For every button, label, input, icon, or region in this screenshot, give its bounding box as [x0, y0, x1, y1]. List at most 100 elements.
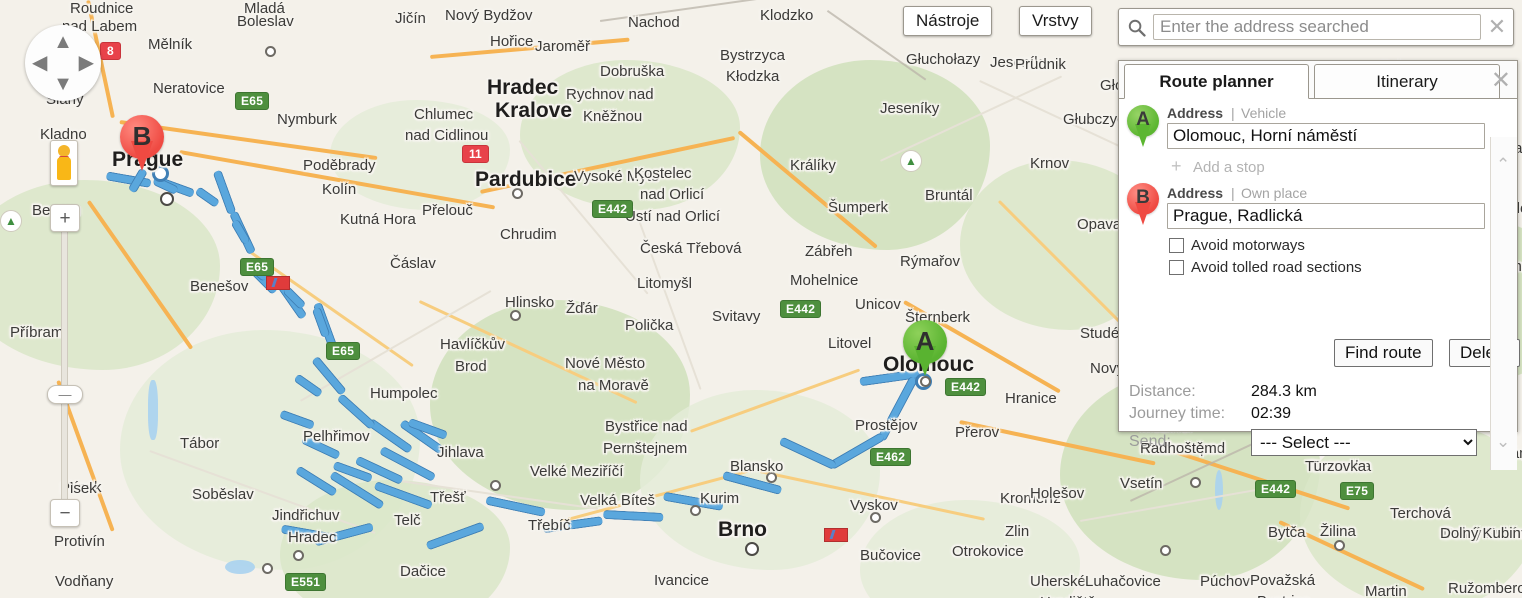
city-dot: [745, 542, 759, 556]
zoom-in-button[interactable]: +: [50, 204, 80, 232]
city-label: Přerov: [955, 424, 1000, 441]
water-body: [225, 560, 255, 574]
map-marker-b[interactable]: B: [120, 115, 164, 173]
panel-body: A Address | Vehicle + Add a stop B Addre…: [1119, 99, 1521, 470]
city-label: Jeseníky: [880, 100, 940, 117]
city-label: Kutná Hora: [340, 211, 416, 228]
zoom-out-button[interactable]: −: [50, 499, 80, 527]
city-label: Głuchołazy: [906, 51, 981, 68]
city-label: Protivín: [54, 533, 105, 550]
city-label: Příbram: [10, 324, 64, 341]
city-label: Žďár: [566, 300, 598, 317]
city-label: Vodňany: [55, 573, 114, 590]
add-stop-label[interactable]: Add a stop: [1193, 159, 1265, 176]
city-label: Ivancice: [654, 572, 710, 589]
city-label: Polička: [625, 317, 674, 334]
city-dot: [510, 310, 521, 321]
search-input[interactable]: [1153, 14, 1481, 40]
eroad-shield: E65: [235, 92, 270, 110]
city-label: Kolín: [322, 181, 357, 198]
destination-address-input[interactable]: [1167, 203, 1485, 229]
avoid-tolls-checkbox[interactable]: [1169, 260, 1184, 275]
city-dot: [293, 550, 304, 561]
city-label: Nymburk: [277, 111, 338, 128]
city-label: Čáslav: [390, 255, 436, 272]
pan-down-icon[interactable]: ▼: [53, 74, 73, 94]
search-bar: ✕: [1118, 8, 1514, 46]
layers-button[interactable]: Vrstvy: [1019, 6, 1092, 36]
city-label: Hořice: [490, 33, 534, 50]
destination-type-label[interactable]: Own place: [1241, 185, 1307, 201]
panel-scrollbar[interactable]: ⌃ ⌄: [1490, 137, 1517, 470]
city-label: Benešov: [190, 278, 249, 295]
tab-itinerary[interactable]: Itinerary: [1314, 64, 1500, 99]
city-label: Roudnice: [70, 0, 134, 17]
avoid-tolls-row[interactable]: Avoid tolled road sections: [1169, 259, 1362, 276]
tools-button[interactable]: Nástroje: [903, 6, 993, 36]
city-label: Brod: [455, 358, 487, 375]
city-label: Jičín: [395, 10, 426, 27]
send-select[interactable]: --- Select ---: [1251, 429, 1477, 456]
search-clear-icon[interactable]: ✕: [1481, 16, 1513, 38]
park-icon[interactable]: ▲: [0, 210, 22, 232]
city-label: Klodzko: [760, 7, 814, 24]
find-route-button[interactable]: Find route: [1334, 339, 1433, 367]
origin-address-input[interactable]: [1167, 123, 1485, 149]
terrain-green: [760, 60, 990, 250]
city-label: Kralove: [495, 99, 573, 122]
city-label: nad Orlicí: [640, 186, 705, 203]
city-label: Pardubice: [475, 168, 577, 191]
avoid-motorways-row[interactable]: Avoid motorways: [1169, 237, 1305, 254]
pan-control[interactable]: ▲ ▼ ◀ ▶: [25, 25, 101, 101]
city-label: Dolný Kubin: [1440, 525, 1521, 542]
pan-left-icon[interactable]: ◀: [32, 53, 47, 73]
city-label: Bruntál: [925, 187, 973, 204]
eroad-shield: E65: [240, 258, 275, 276]
marker-letter-b: B: [132, 121, 152, 151]
city-label: Jindřichuv: [272, 507, 340, 524]
eroad-shield: E442: [592, 200, 634, 218]
city-label: Dačice: [400, 563, 446, 580]
avoid-motorways-checkbox[interactable]: [1169, 238, 1184, 253]
city-label: Uherské: [1030, 573, 1086, 590]
city-label: Bystrzyca: [720, 47, 786, 64]
traffic-incident-icon: [824, 528, 848, 542]
city-label: Kněžnou: [583, 108, 643, 125]
panel-close-icon[interactable]: ✕: [1491, 69, 1511, 93]
route-planner-panel: Route planner Itinerary ✕ A Address | Ve…: [1118, 60, 1521, 470]
add-stop-plus-icon[interactable]: +: [1171, 157, 1182, 175]
city-label: Nový Bydžov: [445, 7, 533, 24]
water-body: [1215, 470, 1223, 510]
origin-type-label[interactable]: Vehicle: [1241, 105, 1286, 121]
tab-route-planner[interactable]: Route planner: [1124, 64, 1309, 99]
city-label: na Moravě: [578, 377, 649, 394]
city-label: Pelhřimov: [303, 428, 370, 445]
city-label: Humpolec: [370, 385, 438, 402]
origin-address-label: Address: [1167, 105, 1224, 121]
zoom-slider-handle[interactable]: —: [47, 385, 83, 404]
pegman-body: [57, 157, 71, 180]
scroll-up-icon[interactable]: ⌃: [1496, 155, 1510, 175]
street-view-pegman[interactable]: [50, 140, 78, 186]
city-label: Velké Meziříčí: [530, 463, 624, 480]
panel-tabs: Route planner Itinerary ✕: [1119, 61, 1517, 99]
city-dot: [265, 46, 276, 57]
city-label: Rýmařov: [900, 253, 961, 270]
eroad-shield: E551: [285, 573, 327, 591]
origin-separator: |: [1231, 105, 1235, 121]
zoom-slider-track[interactable]: [61, 228, 68, 516]
pan-up-icon[interactable]: ▲: [53, 32, 73, 52]
city-label: Mohelnice: [790, 272, 859, 289]
scroll-down-icon[interactable]: ⌄: [1496, 432, 1510, 452]
distance-value: 284.3 km: [1251, 383, 1317, 400]
road-shield: 11: [462, 145, 489, 163]
map-marker-a[interactable]: A: [903, 320, 947, 378]
city-label: Holešov: [1030, 485, 1085, 502]
pan-right-icon[interactable]: ▶: [79, 53, 94, 73]
city-label: Pernštejnem: [603, 440, 688, 457]
city-label: Česká Třebová: [640, 240, 742, 257]
park-icon[interactable]: ▲: [900, 150, 922, 172]
city-dot: [1160, 545, 1171, 556]
city-label: Hranice: [1005, 390, 1057, 407]
city-label: Rychnov nad: [566, 86, 654, 103]
